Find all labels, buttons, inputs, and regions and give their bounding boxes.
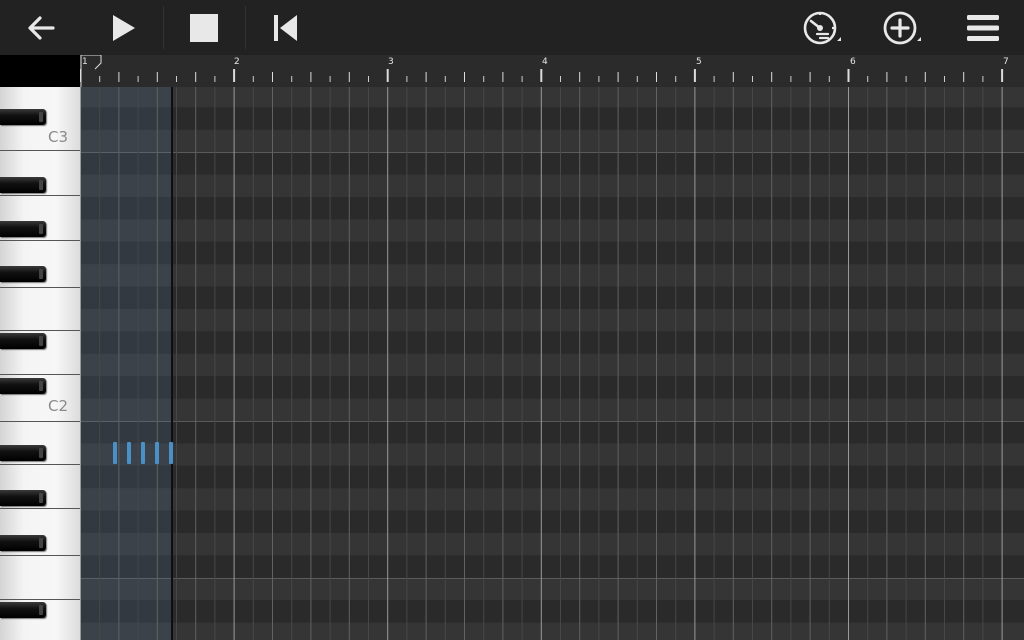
- black-key[interactable]: [0, 535, 46, 551]
- play-button[interactable]: [96, 0, 150, 55]
- ruler-corner: [0, 55, 80, 87]
- selection-region: [80, 87, 172, 640]
- toolbar-divider: [245, 6, 246, 49]
- bar-number-7: 7: [1003, 57, 1009, 67]
- rewind-button[interactable]: [258, 0, 312, 55]
- octave-label-c2: C2: [48, 397, 69, 415]
- toolbar-divider: [163, 6, 164, 49]
- bar-number-6: 6: [850, 57, 856, 67]
- grid-row: [80, 622, 1024, 640]
- black-key[interactable]: [0, 266, 46, 282]
- grid-row: [80, 241, 1024, 265]
- grid-row: [80, 555, 1024, 578]
- white-key-divider: [0, 150, 80, 151]
- add-circle-icon: [883, 11, 921, 44]
- grid-row: [80, 488, 1024, 511]
- grid-row: [80, 353, 1024, 377]
- grid-row: [80, 264, 1024, 287]
- grid-row: [80, 152, 1024, 175]
- octave-label-c3: C3: [48, 128, 69, 146]
- grid-row: [80, 219, 1024, 242]
- black-key[interactable]: [0, 445, 46, 461]
- metronome-button[interactable]: [794, 0, 848, 55]
- ruler-ticks: [80, 55, 1004, 87]
- white-key-divider: [0, 508, 80, 509]
- grid-row: [80, 443, 1024, 466]
- grid-row: [80, 309, 1024, 332]
- grid-row: [80, 465, 1024, 489]
- black-key[interactable]: [0, 378, 46, 394]
- white-key-divider: [0, 240, 80, 241]
- grid-row: [80, 129, 1024, 153]
- white-key-divider: [0, 287, 80, 288]
- grid-row: [80, 174, 1024, 197]
- timeline-ruler[interactable]: 1 2 3 4 5 6 7: [80, 55, 1024, 87]
- black-key[interactable]: [0, 602, 46, 618]
- grid-row: [80, 398, 1024, 421]
- white-key-divider: [0, 374, 80, 375]
- play-icon: [113, 14, 135, 41]
- grid-row: [80, 376, 1024, 399]
- toolbar: [0, 0, 1024, 55]
- grid-row: [80, 286, 1024, 309]
- grid-row: [80, 87, 1024, 108]
- white-key-divider: [0, 330, 80, 331]
- stop-icon: [190, 13, 218, 42]
- white-key-divider: [0, 599, 80, 600]
- bar-number-3: 3: [388, 57, 394, 67]
- grid-row: [80, 577, 1024, 601]
- note-block: [113, 442, 117, 464]
- white-key-divider: [0, 421, 80, 422]
- hamburger-menu-icon: [967, 14, 999, 41]
- bar-number-5: 5: [696, 57, 702, 67]
- grid-row: [80, 421, 1024, 444]
- black-key[interactable]: [0, 490, 46, 506]
- black-key[interactable]: [0, 333, 46, 349]
- add-track-button[interactable]: [874, 0, 928, 55]
- white-key-divider: [0, 464, 80, 465]
- piano-roll-editor: 1 2 3 4 5 6 7 C3 C2: [0, 0, 1024, 640]
- grid-row: [80, 107, 1024, 130]
- stop-button[interactable]: [177, 0, 231, 55]
- arrow-left-icon: [28, 15, 55, 40]
- grid-row: [80, 331, 1024, 354]
- back-button[interactable]: [14, 0, 68, 55]
- grid-row: [80, 510, 1024, 533]
- grid-row: [80, 600, 1024, 623]
- white-key-divider: [0, 195, 80, 196]
- black-key[interactable]: [0, 221, 46, 237]
- bar-number-1: 1: [82, 57, 88, 67]
- note-block: [155, 442, 159, 464]
- bar-number-2: 2: [234, 57, 240, 67]
- piano-keyboard[interactable]: C3 C2: [0, 87, 80, 640]
- note-block: [169, 442, 173, 464]
- skip-to-start-icon: [274, 14, 297, 41]
- note-grid[interactable]: [80, 87, 1024, 640]
- grid-row: [80, 533, 1024, 556]
- note-block: [127, 442, 131, 464]
- grid-row: [80, 197, 1024, 220]
- black-key[interactable]: [0, 177, 46, 193]
- white-key-divider: [0, 555, 80, 556]
- grid-canvas: [80, 87, 1024, 640]
- metronome-settings-icon: [803, 11, 841, 44]
- bar-number-4: 4: [542, 57, 548, 67]
- menu-button[interactable]: [956, 0, 1010, 55]
- note-block: [141, 442, 145, 464]
- black-key[interactable]: [0, 109, 46, 125]
